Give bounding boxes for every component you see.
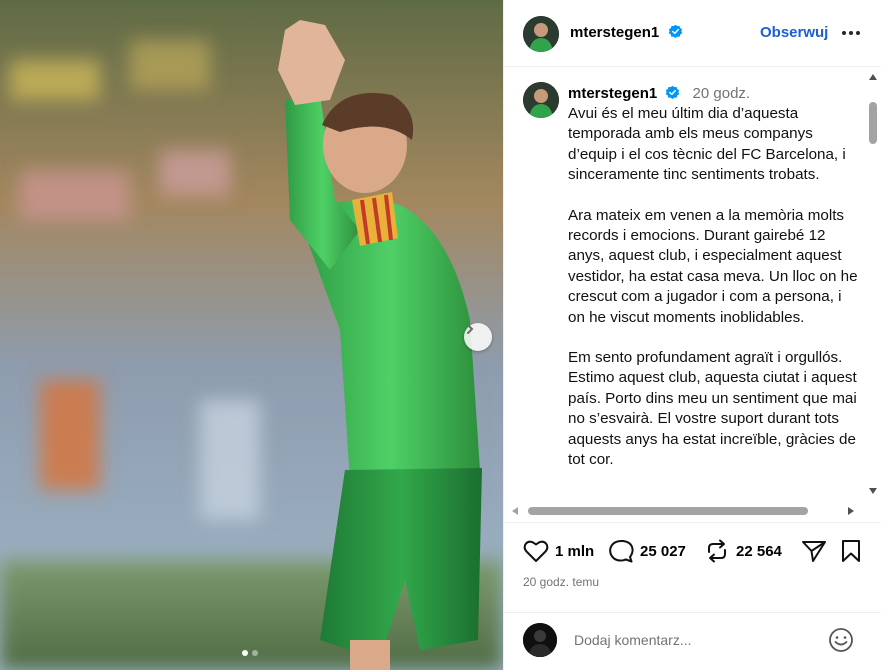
scroll-left-arrow-icon[interactable] (510, 506, 520, 516)
caption-time[interactable]: 20 godz. (693, 85, 751, 102)
avatar-image (523, 82, 559, 118)
caption-paragraph: Ara mateix em venen a la memòria molts r… (568, 206, 858, 326)
avatar-image (523, 623, 557, 657)
comment-bubble-icon (609, 539, 634, 563)
verified-badge-icon (666, 85, 680, 99)
carousel-indicator (242, 650, 258, 656)
comment-input[interactable]: Dodaj komentarz... (574, 632, 692, 648)
post-details-panel: mterstegen1 Obserwuj mterstegen1 20 godz… (503, 0, 881, 670)
follow-button[interactable]: Obserwuj (760, 24, 828, 41)
chevron-right-icon (467, 324, 474, 334)
post-media[interactable] (0, 0, 503, 670)
caption-head: mterstegen1 20 godz. (568, 84, 858, 104)
vertical-scroll-thumb[interactable] (869, 102, 877, 144)
bookmark-icon[interactable] (840, 539, 862, 563)
current-user-avatar[interactable] (523, 623, 557, 657)
caption-paragraph: Avui és el meu últim dia d’aquesta tempo… (568, 105, 846, 184)
header-username[interactable]: mterstegen1 (570, 24, 659, 41)
scroll-up-arrow-icon[interactable] (868, 72, 878, 82)
author-avatar[interactable] (523, 16, 559, 52)
carousel-dot-1 (242, 650, 248, 656)
horizontal-scroll-thumb[interactable] (528, 507, 808, 515)
share-paper-plane-icon[interactable] (801, 539, 827, 563)
reposts-count: 22 564 (736, 542, 782, 560)
scroll-down-arrow-icon[interactable] (868, 486, 878, 496)
comment-composer: Dodaj komentarz... (504, 612, 881, 670)
post-photo (0, 0, 503, 670)
scroll-right-arrow-icon[interactable] (846, 506, 856, 516)
more-horizontal-icon[interactable] (840, 22, 862, 44)
post-header: mterstegen1 Obserwuj (504, 0, 881, 67)
post-actions: 1 mln 25 027 22 564 20 godz. temu (504, 522, 881, 612)
caption-author-avatar[interactable] (523, 82, 559, 118)
comment-button[interactable]: 25 027 (608, 539, 686, 563)
caption-body: mterstegen1 20 godz. Avui és el meu últi… (568, 84, 858, 491)
carousel-next-button[interactable] (464, 323, 492, 351)
caption-scroll-area[interactable]: mterstegen1 20 godz. Avui és el meu últi… (504, 68, 881, 498)
heart-icon (523, 540, 549, 562)
smiley-icon[interactable] (828, 627, 854, 653)
like-button[interactable]: 1 mln (523, 539, 594, 563)
caption-username[interactable]: mterstegen1 (568, 85, 657, 102)
comments-count: 25 027 (640, 542, 686, 560)
post-timestamp[interactable]: 20 godz. temu (523, 575, 599, 589)
repost-button[interactable]: 22 564 (704, 539, 782, 563)
avatar-image (523, 16, 559, 52)
likes-count[interactable]: 1 mln (555, 543, 594, 560)
verified-badge-icon (668, 24, 682, 38)
author-name[interactable]: mterstegen1 (570, 24, 683, 42)
caption-paragraph: Em sento profundament agraït i orgullós.… (568, 349, 857, 469)
repost-icon (708, 539, 726, 563)
carousel-dot-2 (252, 650, 258, 656)
